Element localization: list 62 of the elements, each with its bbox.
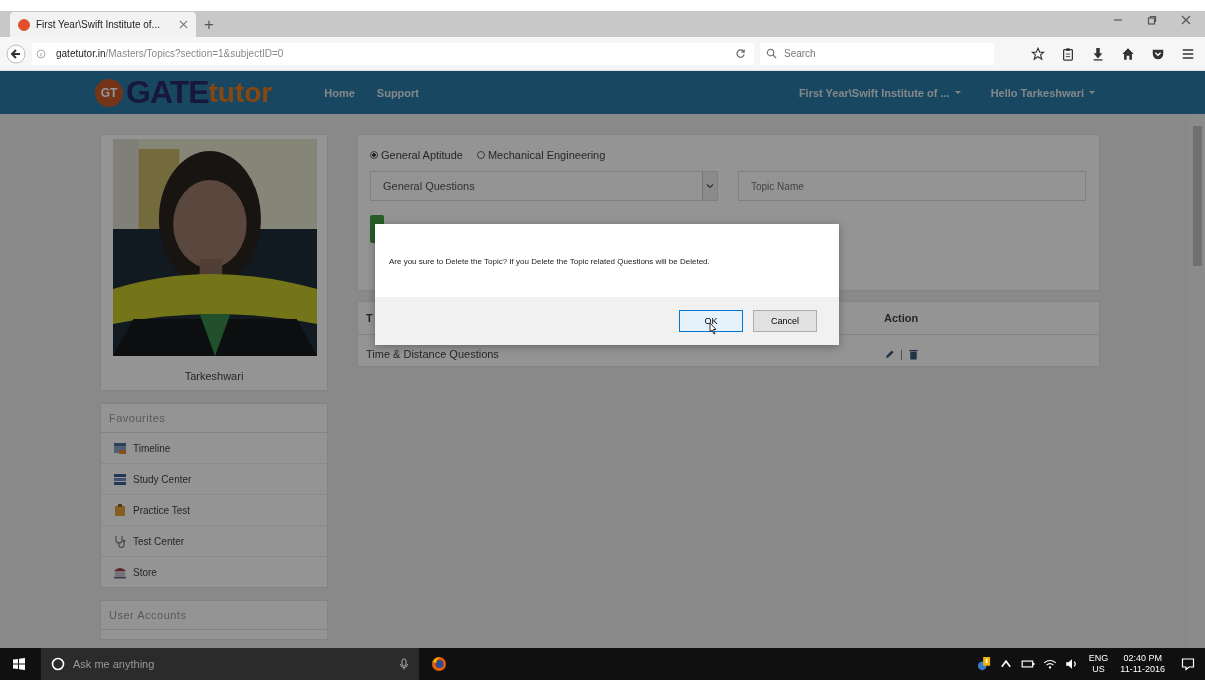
site-favicon-icon <box>18 18 30 31</box>
download-icon[interactable] <box>1091 46 1105 61</box>
column-header: T <box>366 312 373 324</box>
browser-tab[interactable]: First Year\Swift Institute of... <box>10 12 196 37</box>
column-header: Action <box>884 312 919 324</box>
info-icon <box>36 48 46 59</box>
ok-button[interactable]: OK <box>679 310 743 332</box>
logo-badge: GT <box>95 78 123 107</box>
address-bar[interactable]: gatetutor.in/Masters/Topics?section=1&subjectID=0 <box>32 42 754 65</box>
microphone-icon[interactable] <box>399 658 409 670</box>
delete-icon[interactable] <box>908 349 919 360</box>
favourite-item[interactable]: Practice Test <box>101 495 327 526</box>
star-icon[interactable] <box>1031 46 1045 61</box>
cortana-search-field[interactable]: Ask me anything <box>71 657 393 671</box>
reload-icon[interactable] <box>735 48 746 59</box>
language-indicator[interactable]: ENG US <box>1088 653 1109 675</box>
notification-icon[interactable] <box>1181 657 1195 671</box>
panel-title: User Accounts <box>101 601 327 630</box>
profile-name: Tarkeshwari <box>183 369 245 384</box>
volume-icon[interactable] <box>1064 657 1079 671</box>
search-icon <box>766 48 777 59</box>
windows-start-icon[interactable] <box>12 657 26 671</box>
new-tab-button[interactable]: + <box>196 12 222 37</box>
nav-menu[interactable]: First Year\Swift Institute of ... <box>798 86 961 99</box>
calendar-icon <box>113 441 127 455</box>
cortana-circle-icon <box>51 657 65 671</box>
category-dropdown[interactable]: General Questions <box>370 171 718 201</box>
battery-icon[interactable] <box>1020 657 1035 671</box>
topic-name-field[interactable]: Topic Name <box>738 171 1086 201</box>
browser-app-icon[interactable] <box>431 656 447 672</box>
menu-icon[interactable] <box>1181 46 1195 61</box>
panel-title: Favourites <box>101 404 327 433</box>
close-icon[interactable] <box>179 20 188 29</box>
cancel-button[interactable]: Cancel <box>753 310 817 332</box>
books-icon <box>113 472 127 486</box>
subject-radio[interactable]: Mechanical Engineering <box>476 149 606 161</box>
search-box[interactable]: Search <box>760 42 994 65</box>
favourite-item[interactable]: Timeline <box>101 433 327 464</box>
logo-text: GATE <box>126 74 209 111</box>
back-icon[interactable] <box>6 43 26 64</box>
subject-radio[interactable]: General Aptitude <box>370 149 463 161</box>
network-icon[interactable] <box>1042 657 1057 671</box>
edit-icon[interactable] <box>884 349 895 360</box>
favourite-item[interactable]: Store <box>101 557 327 587</box>
favourite-item[interactable]: Test Center <box>101 526 327 557</box>
home-icon[interactable] <box>1121 46 1135 61</box>
logo-text: tutor <box>208 76 273 109</box>
clipboard-icon <box>113 503 127 517</box>
nav-menu[interactable]: Hello Tarkeshwari <box>990 86 1095 99</box>
favourite-item[interactable]: Study Center <box>101 464 327 495</box>
close-icon[interactable] <box>1181 15 1191 25</box>
nav-link[interactable]: Support <box>376 86 419 99</box>
dialog-message: Are you sure to Delete the Topic? If you Delete the Topic related Questions will be Deleted. <box>389 257 710 266</box>
taskbar-search-box[interactable]: Ask me anything <box>41 648 419 680</box>
restore-icon[interactable] <box>1147 15 1157 25</box>
stethoscope-icon <box>113 534 127 548</box>
cursor-icon <box>707 322 717 336</box>
store-icon <box>113 565 127 579</box>
table-cell-text: Time & Distance Questions <box>365 348 500 360</box>
clipboard-icon[interactable] <box>1061 46 1075 61</box>
clock[interactable]: 02:40 PM 11-11-2016 <box>1120 653 1165 675</box>
nav-link[interactable]: Home <box>324 86 355 99</box>
